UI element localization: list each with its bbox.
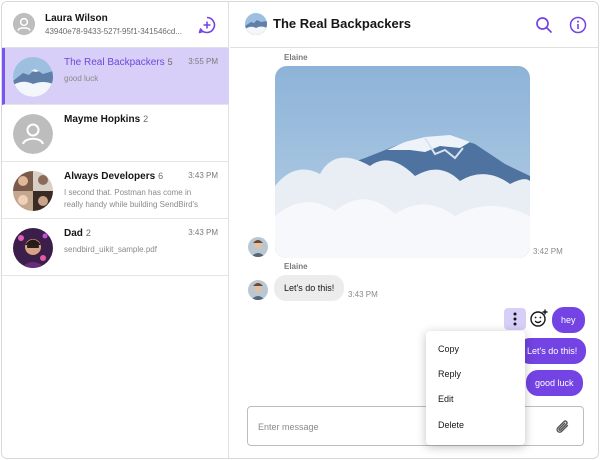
add-reaction-icon[interactable] — [529, 308, 549, 328]
message-context-menu: Copy Reply Edit Delete — [426, 331, 525, 445]
outgoing-message-bubble[interactable]: Let's do this! — [518, 338, 587, 364]
paperclip-icon[interactable] — [553, 417, 573, 437]
channel-last-message: sendbird_uikit_sample.pdf — [64, 245, 157, 254]
channel-time: 3:55 PM — [188, 57, 218, 66]
incoming-message-bubble[interactable]: Let's do this! — [274, 275, 345, 301]
sender-avatar — [248, 237, 268, 257]
user-avatar — [13, 13, 35, 35]
channel-item-always-developers[interactable]: Always Developers 6 3:43 PM I second that… — [2, 162, 229, 219]
channel-title: Mayme Hopkins 2 — [64, 114, 149, 125]
more-vertical-icon[interactable] — [504, 308, 526, 330]
default-person-icon — [13, 114, 53, 154]
channel-list-panel: Laura Wilson 43940e78-9433-527f-95f1-341… — [2, 2, 229, 458]
menu-item-delete[interactable]: Delete — [426, 413, 525, 438]
message-time: 3:42 PM — [533, 247, 563, 256]
group-avatar — [13, 171, 53, 211]
conversation-title: The Real Backpackers — [273, 16, 412, 31]
sender-avatar — [248, 280, 268, 300]
menu-item-copy[interactable]: Copy — [426, 337, 525, 362]
channel-avatar — [13, 57, 53, 97]
message-time: 3:43 PM — [348, 290, 378, 299]
outgoing-message-bubble[interactable]: hey — [552, 307, 585, 333]
person-avatar — [13, 228, 53, 268]
user-name: Laura Wilson — [45, 13, 108, 24]
channel-item-the-real-backpackers[interactable]: The Real Backpackers 5 3:55 PM good luck — [2, 48, 229, 105]
image-message[interactable] — [275, 66, 530, 258]
search-icon[interactable] — [534, 15, 554, 35]
channel-title: The Real Backpackers 5 — [64, 57, 173, 68]
app-window: Laura Wilson 43940e78-9433-527f-95f1-341… — [1, 1, 599, 459]
conversation-panel: The Real Backpackers Elaine 3:42 PM Elai… — [230, 2, 598, 458]
menu-item-edit[interactable]: Edit — [426, 387, 525, 412]
message-input-box — [247, 406, 584, 446]
channel-item-dad[interactable]: Dad 2 3:43 PM sendbird_uikit_sample.pdf — [2, 219, 229, 276]
user-profile-header[interactable]: Laura Wilson 43940e78-9433-527f-95f1-341… — [2, 2, 229, 48]
channel-item-mayme-hopkins[interactable]: Mayme Hopkins 2 — [2, 105, 229, 162]
channel-time: 3:43 PM — [188, 171, 218, 180]
member-count: 2 — [85, 228, 91, 238]
menu-item-reply[interactable]: Reply — [426, 362, 525, 387]
member-count: 2 — [143, 114, 149, 124]
member-count: 6 — [158, 171, 164, 181]
channel-last-message: good luck — [64, 74, 99, 83]
sender-name: Elaine — [284, 53, 308, 62]
chat-plus-icon[interactable] — [197, 15, 217, 35]
channel-time: 3:43 PM — [188, 228, 218, 237]
user-id: 43940e78-9433-527f-95f1-341546cd... — [45, 27, 182, 36]
conversation-header: The Real Backpackers — [230, 2, 598, 48]
sender-name: Elaine — [284, 262, 308, 271]
channel-title: Dad 2 — [64, 228, 91, 239]
channel-last-message: I second that. Postman has come in reall… — [64, 188, 199, 209]
conversation-avatar — [245, 13, 267, 35]
channel-title: Always Developers 6 — [64, 171, 164, 182]
outgoing-message-bubble[interactable]: good luck — [526, 370, 583, 396]
member-count: 5 — [167, 57, 173, 67]
info-icon[interactable] — [568, 15, 588, 35]
